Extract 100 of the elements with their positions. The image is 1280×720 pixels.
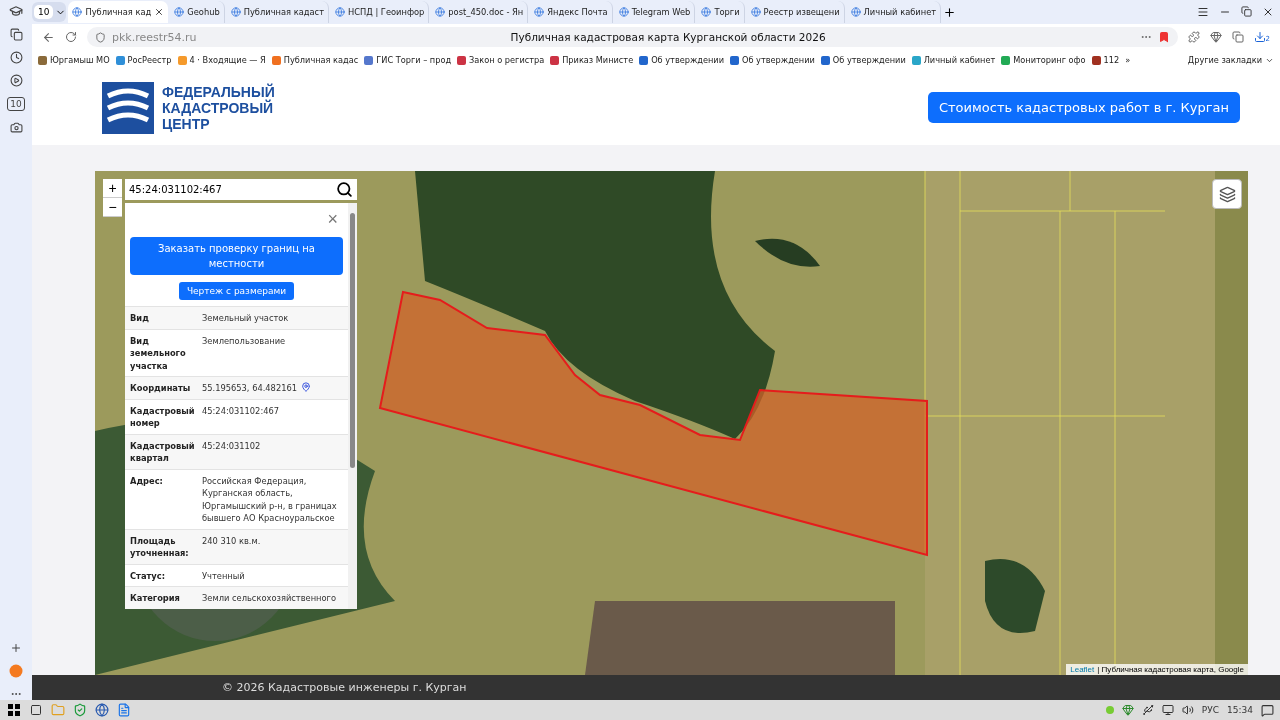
clock-icon [9, 51, 23, 64]
favicon-icon [364, 55, 374, 65]
task-view-icon[interactable] [28, 702, 44, 718]
shield-icon[interactable] [72, 702, 88, 718]
reload-icon [65, 31, 77, 43]
more-bookmarks[interactable]: » [1125, 55, 1131, 65]
globe-icon [230, 7, 241, 17]
favicon-icon [457, 55, 467, 65]
favicon-icon [820, 55, 830, 65]
field-label: Вид [130, 312, 150, 325]
globe-icon [534, 7, 545, 17]
parcel-outline[interactable] [378, 290, 928, 557]
favicon-icon [730, 55, 739, 65]
globe-icon [72, 7, 83, 17]
globe-icon [701, 7, 712, 17]
sidebar-counter[interactable]: 10 [7, 97, 25, 111]
speaker-icon [1181, 704, 1194, 716]
browser-tab[interactable]: Geohub [170, 1, 225, 23]
favicon-icon [1001, 55, 1011, 65]
other-bookmarks[interactable]: Другие закладки [1187, 55, 1274, 65]
field-label: Статус: [130, 569, 166, 582]
browser-tab[interactable]: post_450.doc - Ян [431, 1, 529, 23]
leaflet-link[interactable]: Leaflet [1070, 665, 1095, 674]
search-icon[interactable] [336, 181, 353, 198]
favicon-icon [639, 55, 649, 65]
usb-icon [1141, 704, 1154, 716]
plus-icon [10, 642, 22, 654]
footer-copyright: © 2026 Кадастровые инженеры г. Курган [222, 681, 467, 694]
bookmark[interactable]: Личный кабинет [911, 55, 996, 65]
monitor-icon [1161, 704, 1174, 716]
favicon-icon [1091, 55, 1101, 65]
browser-tab[interactable]: НСПД | Геоинфор [331, 1, 430, 23]
attribution-text: | Публичная кадастровая карта, Google [1097, 665, 1244, 674]
globe-icon [174, 7, 185, 17]
browser-tab[interactable]: Telegram Web [614, 1, 696, 23]
page-title: Публичная кадастровая карта Курганской области 2026 [509, 31, 827, 43]
scrollbar[interactable] [348, 203, 357, 609]
field-value: Учтенный [202, 569, 245, 582]
globe-icon [435, 7, 446, 17]
play-icon [9, 74, 23, 87]
field-label: Площадь уточненная: [130, 534, 190, 560]
camera-icon [9, 121, 23, 134]
document-icon[interactable] [116, 702, 132, 718]
field-value: 240 310 кв.м. [202, 534, 261, 547]
field-value: Земельный участок [202, 312, 289, 325]
field-label: Координаты [130, 382, 192, 395]
favicon-icon [271, 55, 281, 65]
new-tab-icon [943, 5, 957, 19]
order-check-button[interactable]: Заказать проверку границ на местности [130, 237, 343, 275]
close-tab-icon[interactable] [154, 7, 165, 17]
bookmark[interactable]: Приказ Министе [550, 55, 634, 65]
back-icon [42, 30, 55, 44]
bookmark[interactable]: 112 [1091, 55, 1120, 65]
clock-time[interactable]: 15:34 [1227, 705, 1253, 715]
search-field[interactable]: 45:24:031102:467 [125, 179, 357, 200]
bookmark-icon[interactable] [1157, 31, 1170, 43]
browser-tab[interactable]: Яндекс Почта [530, 1, 613, 23]
field-label: Адрес: [130, 474, 164, 488]
favicon-icon [38, 55, 47, 65]
bookmark[interactable]: Об утверждении [639, 55, 724, 65]
browser-tab[interactable]: Реестр извещени [746, 1, 845, 23]
app-logo-icon [9, 664, 23, 678]
zoom-in-button[interactable]: + [103, 179, 122, 198]
puzzle-icon [1187, 31, 1200, 43]
tab-counter[interactable]: 10 [34, 5, 54, 19]
favicon-icon [115, 55, 125, 65]
favicon-icon [911, 55, 921, 65]
language-indicator[interactable]: РУС [1201, 705, 1220, 715]
layers-button[interactable] [1212, 179, 1242, 209]
favicon-icon [550, 55, 560, 65]
layers-icon [1218, 185, 1236, 203]
address-bar[interactable]: pkk.reestr54.ru Публичная кадастровая карта Курганской области 2026 [87, 27, 1178, 47]
logo-text: ФЕДЕРАЛЬНЫЙ КАДАСТРОВЫЙ ЦЕНТР [162, 83, 275, 132]
graduation-cap-icon [9, 4, 23, 18]
bookmark[interactable]: Юргамыш МО [38, 55, 110, 65]
browser-icon[interactable] [94, 702, 110, 718]
shield-icon [95, 31, 106, 43]
globe-icon [618, 7, 629, 17]
browser-tab[interactable]: Торги [697, 1, 745, 23]
logo-icon [102, 81, 154, 134]
close-button[interactable]: × [327, 211, 338, 227]
bookmark[interactable]: Об утверждении [730, 55, 815, 65]
bookmark[interactable]: РосРеестр [115, 55, 172, 65]
cost-button[interactable]: Стоимость кадастровых работ в г. Курган [927, 92, 1240, 123]
field-label: Вид земельного участка [130, 334, 187, 372]
restore-icon [1241, 6, 1252, 18]
bookmark[interactable]: Об утверждении [820, 55, 906, 65]
bookmark[interactable]: Публичная кадас [271, 55, 359, 65]
menu-icon [1197, 6, 1209, 18]
windows-logo-icon [8, 704, 20, 716]
start-icon[interactable] [6, 702, 22, 718]
stack-icon [9, 28, 23, 41]
bookmark[interactable]: Мониторинг офо [1001, 55, 1086, 65]
browser-tab[interactable]: Публичная кадаст [226, 1, 329, 23]
bookmark[interactable]: 4 · Входящие — Я [177, 55, 266, 65]
browser-tab[interactable]: Личный кабинет [846, 1, 942, 23]
drawing-button[interactable]: Чертеж с размерами [178, 282, 295, 300]
browser-tab[interactable]: Публичная кад [68, 1, 169, 23]
bookmark[interactable]: ГИС Торги – прод [364, 55, 452, 65]
bookmark[interactable]: Закон о регистра [457, 55, 545, 65]
